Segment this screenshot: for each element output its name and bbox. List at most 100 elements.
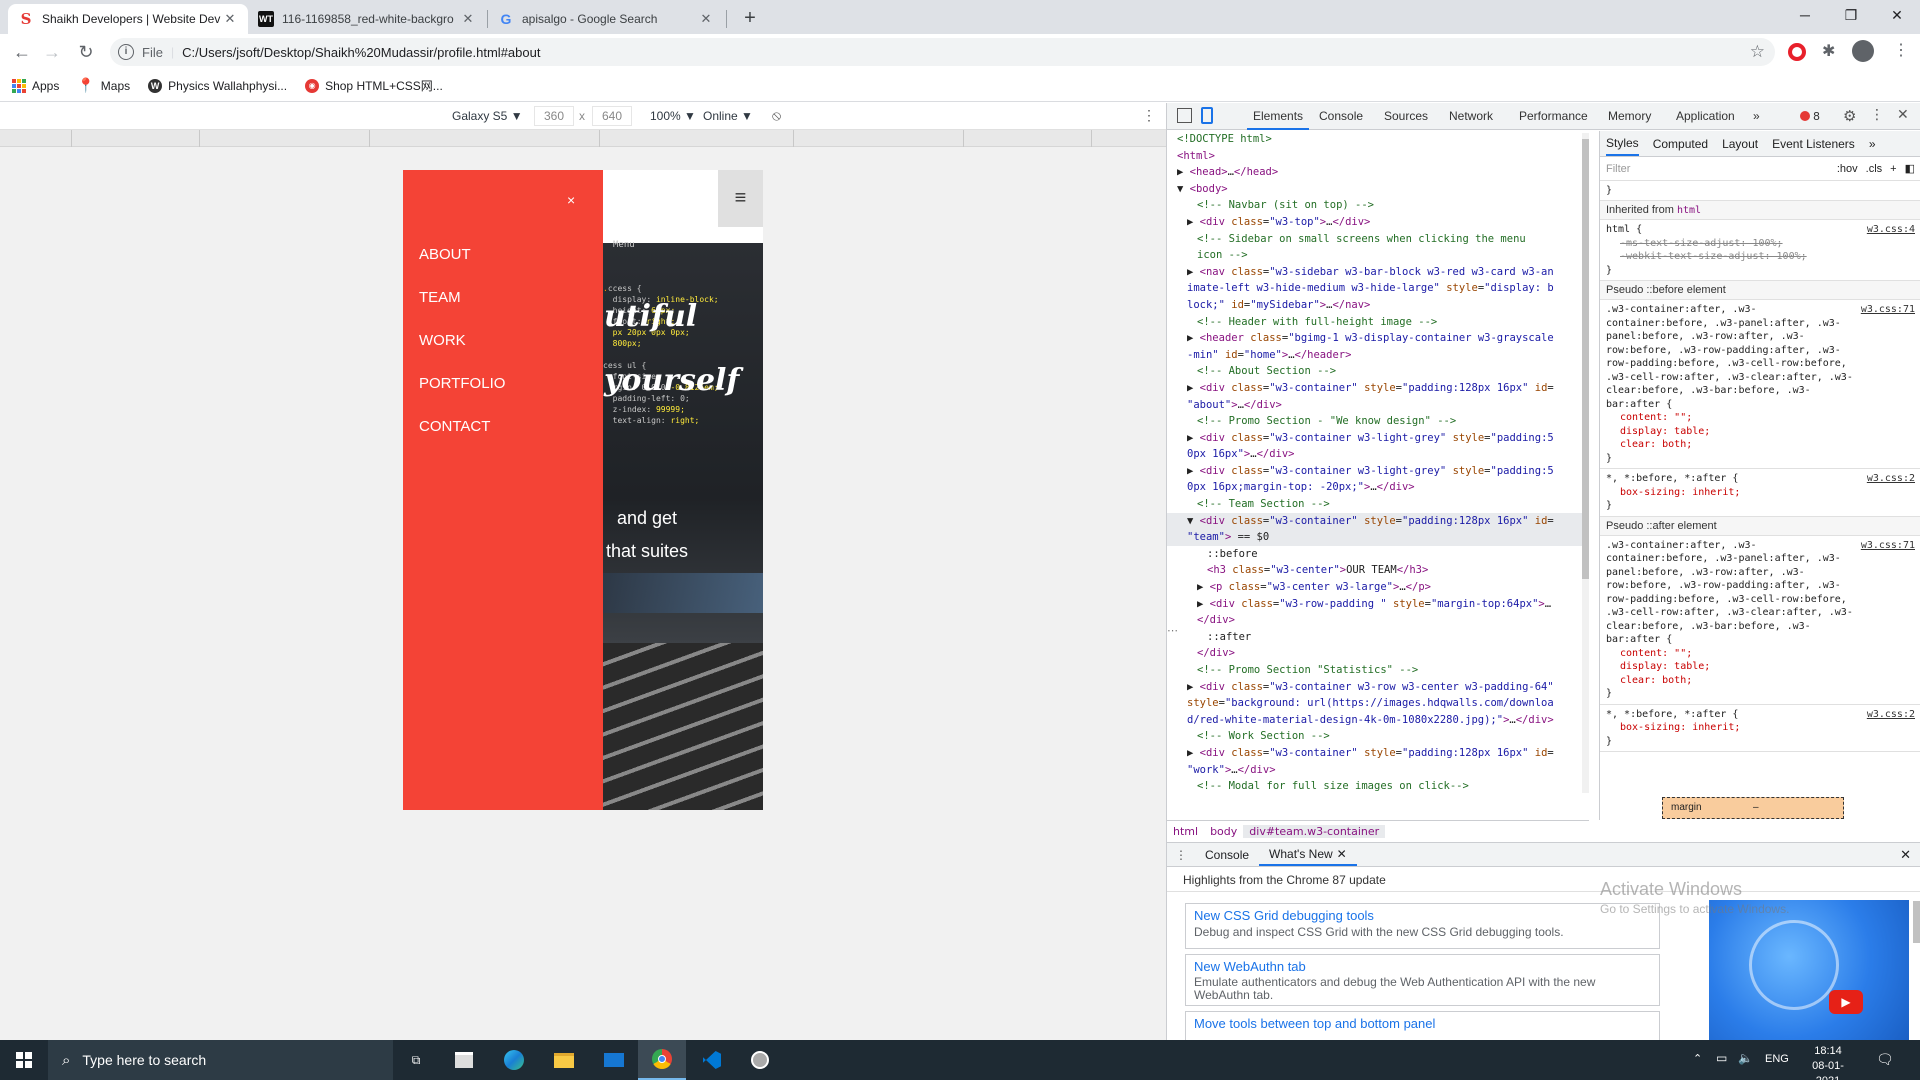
- restore-icon[interactable]: ❐: [1828, 0, 1874, 30]
- dom-node-line[interactable]: <!-- Team Section -->: [1167, 496, 1589, 513]
- rotate-icon[interactable]: ⦸: [772, 107, 781, 124]
- dom-node-line[interactable]: <h3 class="w3-center">OUR TEAM</h3>: [1167, 562, 1589, 579]
- taskbar-search-box[interactable]: ⌕ Type here to search: [48, 1040, 393, 1080]
- cls-toggle[interactable]: .cls: [1866, 163, 1883, 175]
- tab-shaikh-developers[interactable]: S Shaikh Developers | Website Dev ✕: [8, 4, 248, 34]
- reload-icon[interactable]: ↻: [72, 38, 100, 66]
- dom-node-line[interactable]: ::after: [1167, 629, 1589, 646]
- store-icon[interactable]: [440, 1040, 488, 1080]
- device-more-icon[interactable]: ⋮: [1142, 107, 1156, 124]
- breadcrumb-html[interactable]: html: [1167, 825, 1204, 838]
- selected-node-dots-icon[interactable]: ⋯: [1167, 624, 1178, 637]
- device-toggle-icon[interactable]: [1201, 107, 1213, 124]
- dom-node-line[interactable]: ▶ <header class="bgimg-1 w3-display-cont…: [1167, 330, 1589, 347]
- news-title[interactable]: New CSS Grid debugging tools: [1194, 908, 1651, 923]
- zoom-select[interactable]: 100% ▼: [650, 109, 696, 123]
- rule-property[interactable]: clear: both;: [1606, 674, 1915, 688]
- hov-toggle[interactable]: :hov: [1837, 163, 1858, 175]
- dom-node-line[interactable]: icon -->: [1167, 247, 1589, 264]
- tab-performance[interactable]: Performance: [1519, 103, 1588, 130]
- chrome-update-video-thumbnail[interactable]: ▶: [1709, 900, 1909, 1041]
- paint-app-icon[interactable]: [736, 1040, 784, 1080]
- computed-sidebar-icon[interactable]: ◧: [1905, 162, 1915, 175]
- inspect-element-icon[interactable]: [1177, 108, 1192, 123]
- height-input[interactable]: 640: [592, 106, 632, 126]
- dom-node-line[interactable]: <!-- Promo Section "Statistics" -->: [1167, 662, 1589, 679]
- dom-node-line[interactable]: -min" id="home">…</header>: [1167, 347, 1589, 364]
- rule-property[interactable]: content: "";: [1606, 411, 1915, 425]
- dom-node-line[interactable]: ▶ <div class="w3-container w3-row w3-cen…: [1167, 679, 1589, 696]
- tray-chevron-icon[interactable]: ⌃: [1693, 1052, 1702, 1065]
- sidebar-item-about[interactable]: ABOUT: [419, 246, 471, 263]
- drawer-tab-console[interactable]: Console: [1195, 848, 1259, 862]
- rule-property[interactable]: box-sizing: inherit;: [1606, 486, 1915, 500]
- dom-node-line[interactable]: imate-left w3-hide-medium w3-hide-large"…: [1167, 280, 1589, 297]
- tab-elements[interactable]: Elements: [1247, 103, 1310, 130]
- dom-node-line[interactable]: ▶ <div class="w3-row-padding " style="ma…: [1167, 596, 1589, 613]
- bookmark-physics-wallah[interactable]: W Physics Wallahphysi...: [148, 78, 287, 93]
- elements-tree[interactable]: <!DOCTYPE html> <html> ▶ <head>…</head> ▼ <…: [1167, 131, 1589, 792]
- sidebar-close-icon[interactable]: ×: [567, 192, 575, 208]
- dom-node-line[interactable]: ▶ <head>…</head>: [1167, 164, 1589, 181]
- tab-application[interactable]: Application: [1676, 103, 1735, 130]
- profile-avatar-icon[interactable]: [1852, 40, 1874, 62]
- mail-icon[interactable]: [590, 1040, 638, 1080]
- dom-node-line[interactable]: ▼ <body>: [1167, 181, 1589, 198]
- dom-node-line[interactable]: <!DOCTYPE html>: [1167, 131, 1589, 148]
- sidebar-item-work[interactable]: WORK: [419, 332, 466, 349]
- bookmark-star-icon[interactable]: ☆: [1750, 42, 1765, 62]
- dom-node-line[interactable]: 0px 16px;margin-top: -20px;">…</div>: [1167, 479, 1589, 496]
- rule-source-link[interactable]: w3.css:71: [1861, 539, 1915, 553]
- settings-gear-icon[interactable]: ⚙: [1843, 107, 1856, 125]
- breadcrumb-body[interactable]: body: [1204, 825, 1243, 838]
- tab-memory[interactable]: Memory: [1608, 103, 1651, 130]
- dom-node-line[interactable]: <!-- Work Section -->: [1167, 728, 1589, 745]
- rule-property[interactable]: -ms-text-size-adjust: 100%;: [1606, 237, 1915, 251]
- styles-filter-input[interactable]: Filter: [1606, 163, 1837, 175]
- new-rule-plus-icon[interactable]: +: [1890, 163, 1896, 175]
- dom-node-line[interactable]: ▶ <div class="w3-container" style="paddi…: [1167, 745, 1589, 762]
- dom-node-line[interactable]: <!-- About Section -->: [1167, 363, 1589, 380]
- tab-layout[interactable]: Layout: [1722, 137, 1758, 151]
- edge-icon[interactable]: [490, 1040, 538, 1080]
- dom-node-line[interactable]: "work">…</div>: [1167, 762, 1589, 779]
- sidebar-item-portfolio[interactable]: PORTFOLIO: [419, 375, 505, 392]
- clock[interactable]: 18:14 08-01-2021: [1800, 1044, 1856, 1089]
- kebab-menu-icon[interactable]: ⋮: [1893, 40, 1909, 60]
- tab-event-listeners[interactable]: Event Listeners: [1772, 137, 1855, 151]
- rule-source-link[interactable]: w3.css:2: [1867, 708, 1915, 722]
- dom-node-line[interactable]: <!-- Navbar (sit on top) -->: [1167, 197, 1589, 214]
- tab-console[interactable]: Console: [1319, 103, 1363, 130]
- close-icon[interactable]: ✕: [222, 11, 238, 27]
- rule-source-link[interactable]: w3.css:4: [1867, 223, 1915, 237]
- info-icon[interactable]: i: [118, 44, 134, 60]
- bookmark-maps[interactable]: 📍 Maps: [77, 77, 130, 94]
- dom-node-line[interactable]: ▶ <div class="w3-container w3-light-grey…: [1167, 430, 1589, 447]
- rule-property[interactable]: box-sizing: inherit;: [1606, 721, 1915, 735]
- error-icon[interactable]: [1800, 111, 1810, 121]
- box-model-margin[interactable]: margin –: [1662, 797, 1844, 819]
- error-count[interactable]: 8: [1813, 110, 1820, 123]
- minimize-icon[interactable]: ─: [1782, 0, 1828, 30]
- dom-node-line[interactable]: ▶ <div class="w3-container w3-light-grey…: [1167, 463, 1589, 480]
- close-icon[interactable]: ✕: [698, 11, 714, 27]
- bookmark-shop[interactable]: ◉ Shop HTML+CSS网...: [305, 77, 443, 94]
- extensions-puzzle-icon[interactable]: ✱: [1822, 41, 1835, 61]
- dom-node-line[interactable]: <!-- Promo Section - "We know design" --…: [1167, 413, 1589, 430]
- news-card-move-tools[interactable]: Move tools between top and bottom panel: [1185, 1011, 1660, 1041]
- close-whats-new-icon[interactable]: ✕: [1336, 844, 1357, 866]
- breadcrumb-div-team[interactable]: div#team.w3-container: [1243, 825, 1386, 838]
- dom-node-line[interactable]: "team"> == $0: [1167, 529, 1589, 546]
- sidebar-item-contact[interactable]: CONTACT: [419, 418, 490, 435]
- tab-computed[interactable]: Computed: [1653, 137, 1708, 151]
- opera-extension-icon[interactable]: [1788, 43, 1806, 61]
- volume-icon[interactable]: 🔈: [1738, 1051, 1753, 1065]
- forward-arrow-icon[interactable]: →: [38, 38, 66, 66]
- vscode-icon[interactable]: [688, 1040, 736, 1080]
- dom-node-line[interactable]: "about">…</div>: [1167, 397, 1589, 414]
- hamburger-menu-icon[interactable]: ≡: [718, 170, 763, 227]
- rule-source-link[interactable]: w3.css:2: [1867, 472, 1915, 486]
- rule-property[interactable]: -webkit-text-size-adjust: 100%;: [1606, 250, 1915, 264]
- tab-red-white-background[interactable]: WT 116-1169858_red-white-backgro ✕: [248, 4, 486, 34]
- tab-network[interactable]: Network: [1449, 103, 1493, 130]
